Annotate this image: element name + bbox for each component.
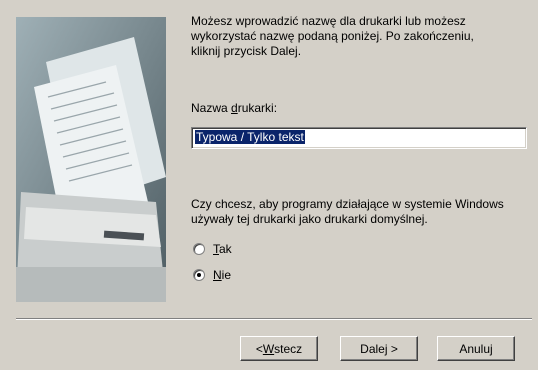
back-button[interactable]: < Wstecz: [240, 336, 318, 361]
radio-yes-label: Tak: [213, 242, 232, 256]
back-button-prefix: <: [255, 341, 263, 356]
question-line-2: używały tej drukarki jako drukarki domyś…: [191, 212, 428, 226]
radio-yes-rest: ak: [219, 242, 232, 256]
button-separator: [16, 318, 532, 320]
printer-name-label-prefix: Nazwa: [191, 101, 232, 115]
radio-yes[interactable]: Tak: [193, 242, 232, 256]
radio-no-circle-icon[interactable]: [193, 269, 205, 281]
default-printer-question: Czy chcesz, aby programy działające w sy…: [191, 197, 536, 227]
radio-no[interactable]: Nie: [193, 268, 231, 282]
intro-line-1: Możesz wprowadzić nazwę dla drukarki lub…: [191, 14, 466, 28]
back-button-rest: stecz: [274, 341, 303, 356]
printer-name-label-accel: d: [231, 101, 238, 115]
intro-line-3: kliknij przycisk Dalej.: [191, 44, 302, 58]
cancel-button[interactable]: Anuluj: [437, 336, 515, 361]
radio-yes-circle-icon[interactable]: [193, 243, 205, 255]
back-button-accel: W: [262, 341, 275, 356]
intro-text: Możesz wprowadzić nazwę dla drukarki lub…: [191, 14, 531, 59]
wizard-printer-image: [16, 17, 166, 302]
radio-no-label: Nie: [213, 268, 231, 282]
printer-name-input[interactable]: Typowa / Tylko tekst: [191, 127, 527, 149]
printer-name-value: Typowa / Tylko tekst: [194, 129, 306, 145]
radio-no-accel: N: [213, 268, 222, 282]
printer-name-label-suffix: rukarki:: [237, 101, 278, 115]
printer-illustration-icon: [16, 17, 166, 302]
radio-no-rest: ie: [221, 268, 232, 282]
question-line-1: Czy chcesz, aby programy działające w sy…: [191, 197, 504, 211]
next-button[interactable]: Dalej >: [340, 336, 418, 361]
intro-line-2: wykorzystać nazwę podaną poniżej. Po zak…: [191, 29, 474, 43]
printer-name-label: Nazwa drukarki:: [191, 101, 277, 115]
